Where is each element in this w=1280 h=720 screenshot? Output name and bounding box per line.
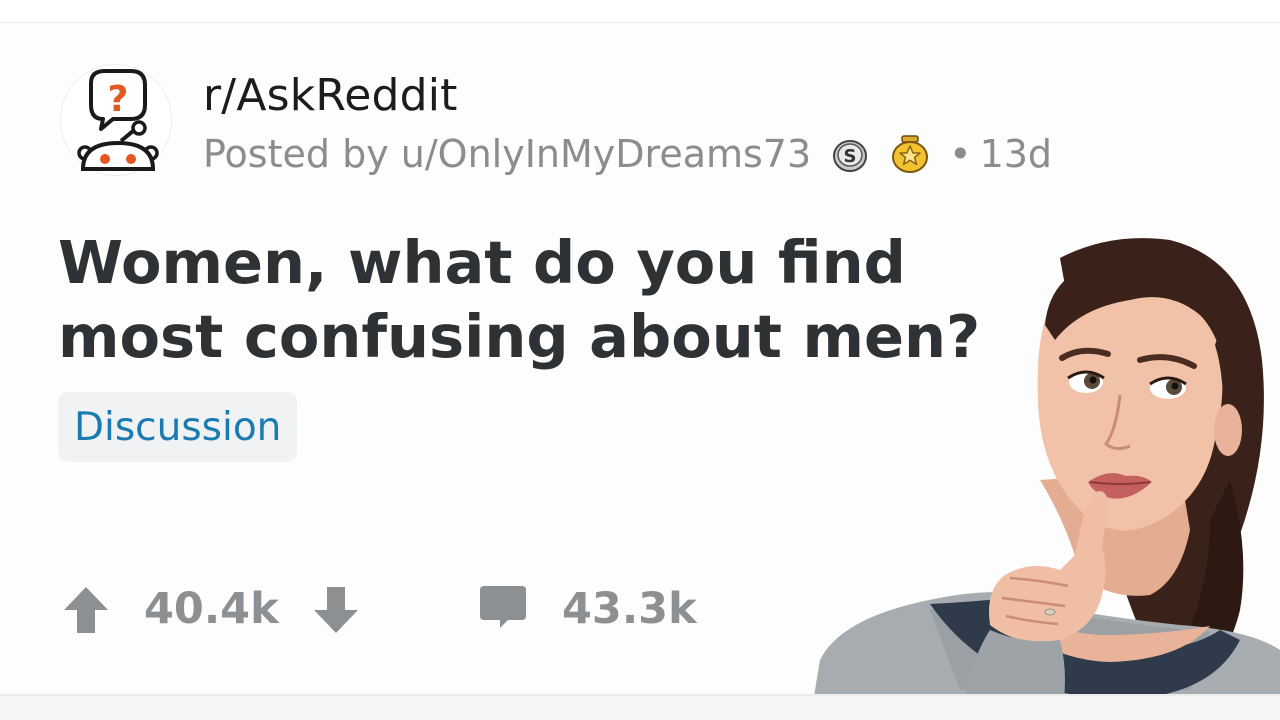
askreddit-snoo-question-icon: ? bbox=[77, 69, 159, 171]
upvote-arrow-icon[interactable] bbox=[60, 584, 112, 636]
time-separator: • bbox=[949, 132, 972, 176]
comment-count: 43.3k bbox=[562, 584, 697, 634]
thinking-woman-photo bbox=[810, 238, 1280, 720]
subreddit-name[interactable]: r/AskReddit bbox=[203, 70, 458, 121]
posted-by-author[interactable]: Posted by u/OnlyInMyDreams73 bbox=[203, 132, 811, 176]
vote-count: 40.4k bbox=[144, 584, 279, 634]
subreddit-avatar[interactable]: ? bbox=[60, 64, 172, 176]
post-age: 13d bbox=[979, 132, 1053, 176]
gold-award-icon[interactable] bbox=[891, 135, 929, 173]
bottom-bar bbox=[0, 696, 1280, 720]
flair-label: Discussion bbox=[74, 404, 282, 450]
downvote-arrow-icon[interactable] bbox=[310, 584, 362, 636]
svg-text:?: ? bbox=[108, 79, 129, 120]
silver-award-icon[interactable]: S bbox=[831, 135, 869, 173]
top-bar bbox=[0, 0, 1280, 23]
post-meta: Posted by u/OnlyInMyDreams73 S • 13d bbox=[203, 132, 1052, 176]
comment-bubble-icon[interactable] bbox=[478, 582, 528, 632]
svg-text:S: S bbox=[844, 146, 857, 167]
post-flair[interactable]: Discussion bbox=[58, 392, 298, 462]
